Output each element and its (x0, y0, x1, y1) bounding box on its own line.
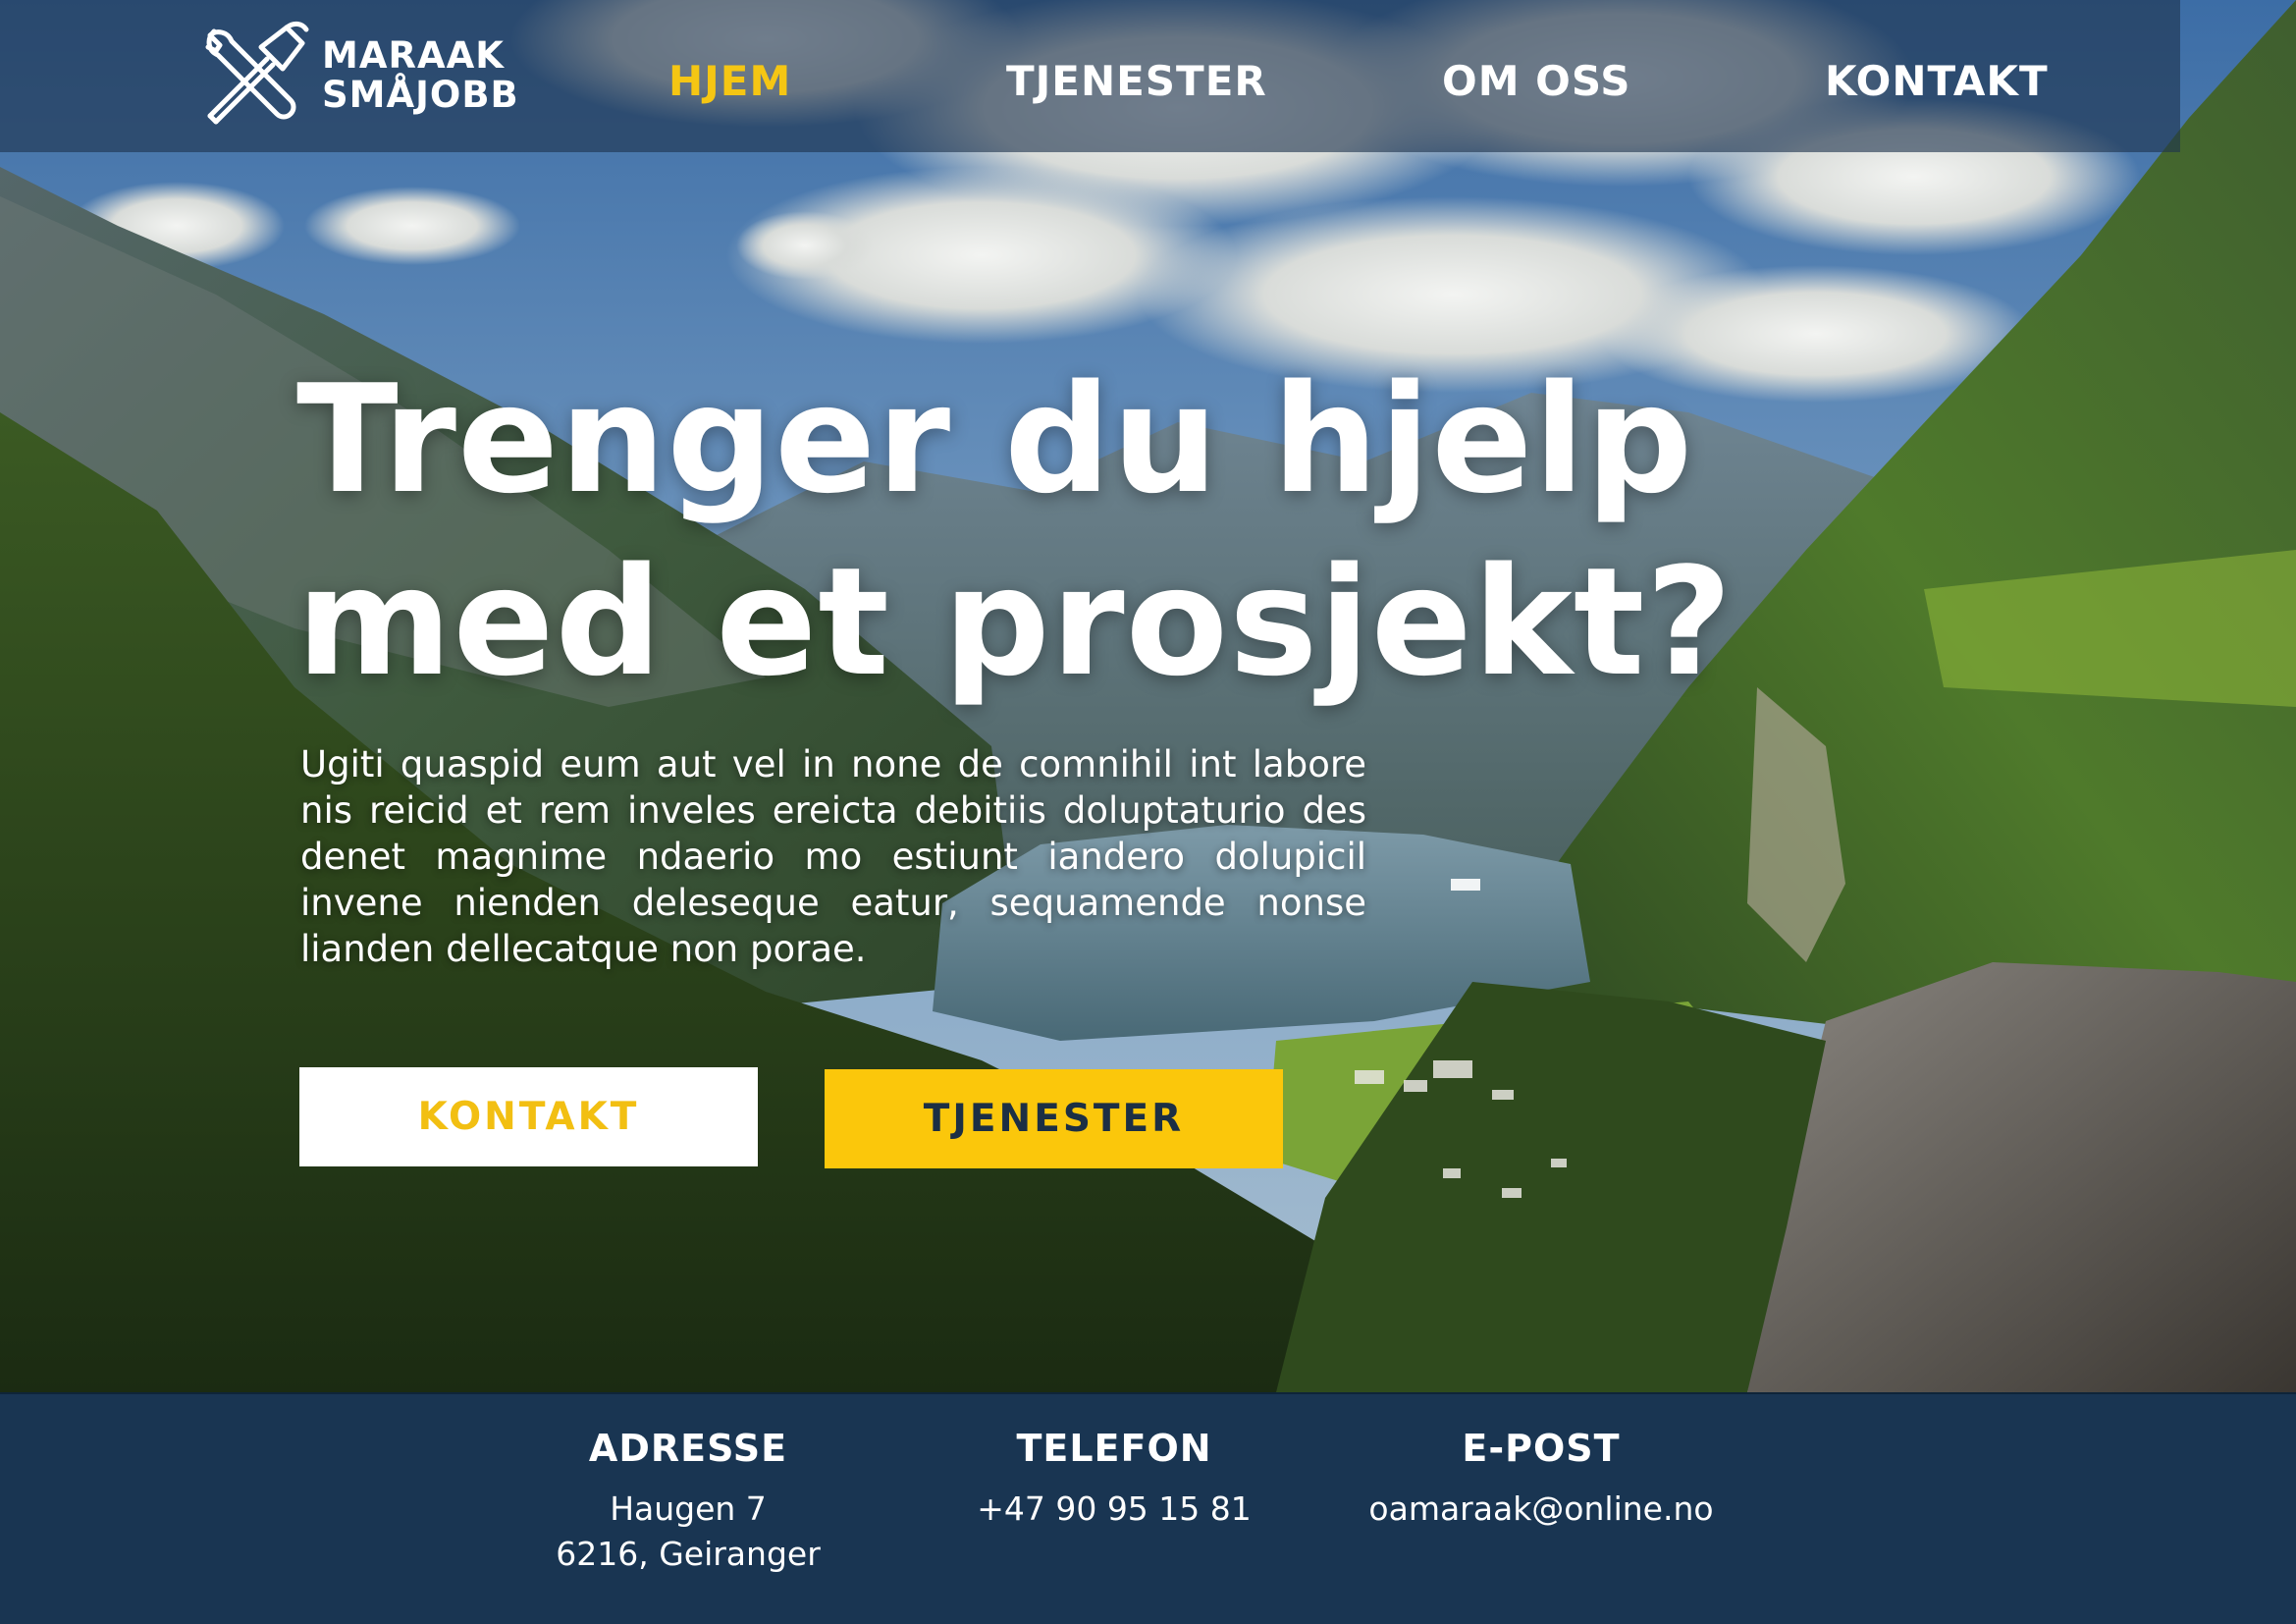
footer: ADRESSE Haugen 7 6216, Geiranger TELEFON… (0, 1392, 2296, 1624)
nav-item-hjem[interactable]: HJEM (668, 57, 791, 106)
hero-lead-paragraph: Ugiti quaspid eum aut vel in none de com… (300, 743, 1366, 970)
footer-phone-heading: TELEFON (1016, 1427, 1212, 1470)
footer-address-line2: 6216, Geiranger (556, 1535, 821, 1573)
nav-item-om-oss[interactable]: OM OSS (1442, 57, 1630, 106)
footer-phone-number[interactable]: +47 90 95 15 81 (908, 1487, 1320, 1532)
nav-item-kontakt[interactable]: KONTAKT (1825, 57, 2049, 106)
footer-email: E-POST oamaraak@online.no (1335, 1424, 1747, 1532)
footer-phone: TELEFON +47 90 95 15 81 (908, 1424, 1320, 1532)
nav-item-tjenester[interactable]: TJENESTER (1006, 57, 1267, 106)
footer-email-address[interactable]: oamaraak@online.no (1335, 1487, 1747, 1532)
footer-address: ADRESSE Haugen 7 6216, Geiranger (482, 1424, 894, 1577)
hero-headline-line2: med et prosjekt? (296, 535, 1734, 709)
brand-logo[interactable]: MARAAK SMÅJOBB (196, 18, 530, 134)
hero-headline: Trenger du hjelp med et prosjekt? (296, 349, 1734, 714)
brand-name-line1: MARAAK (322, 34, 505, 77)
services-button[interactable]: TJENESTER (825, 1069, 1283, 1168)
brand-name-line2: SMÅJOBB (322, 74, 519, 116)
footer-address-heading: ADRESSE (588, 1427, 788, 1470)
brand-name: MARAAK SMÅJOBB (322, 36, 519, 115)
footer-address-line1: Haugen 7 (610, 1489, 767, 1528)
hero-headline-line1: Trenger du hjelp (296, 352, 1694, 526)
top-navigation-bar: MARAAK SMÅJOBB HJEM TJENESTER OM OSS KON… (0, 0, 2180, 152)
contact-button[interactable]: KONTAKT (299, 1067, 758, 1166)
footer-email-heading: E-POST (1462, 1427, 1621, 1470)
hammer-and-wrench-icon (205, 21, 309, 125)
